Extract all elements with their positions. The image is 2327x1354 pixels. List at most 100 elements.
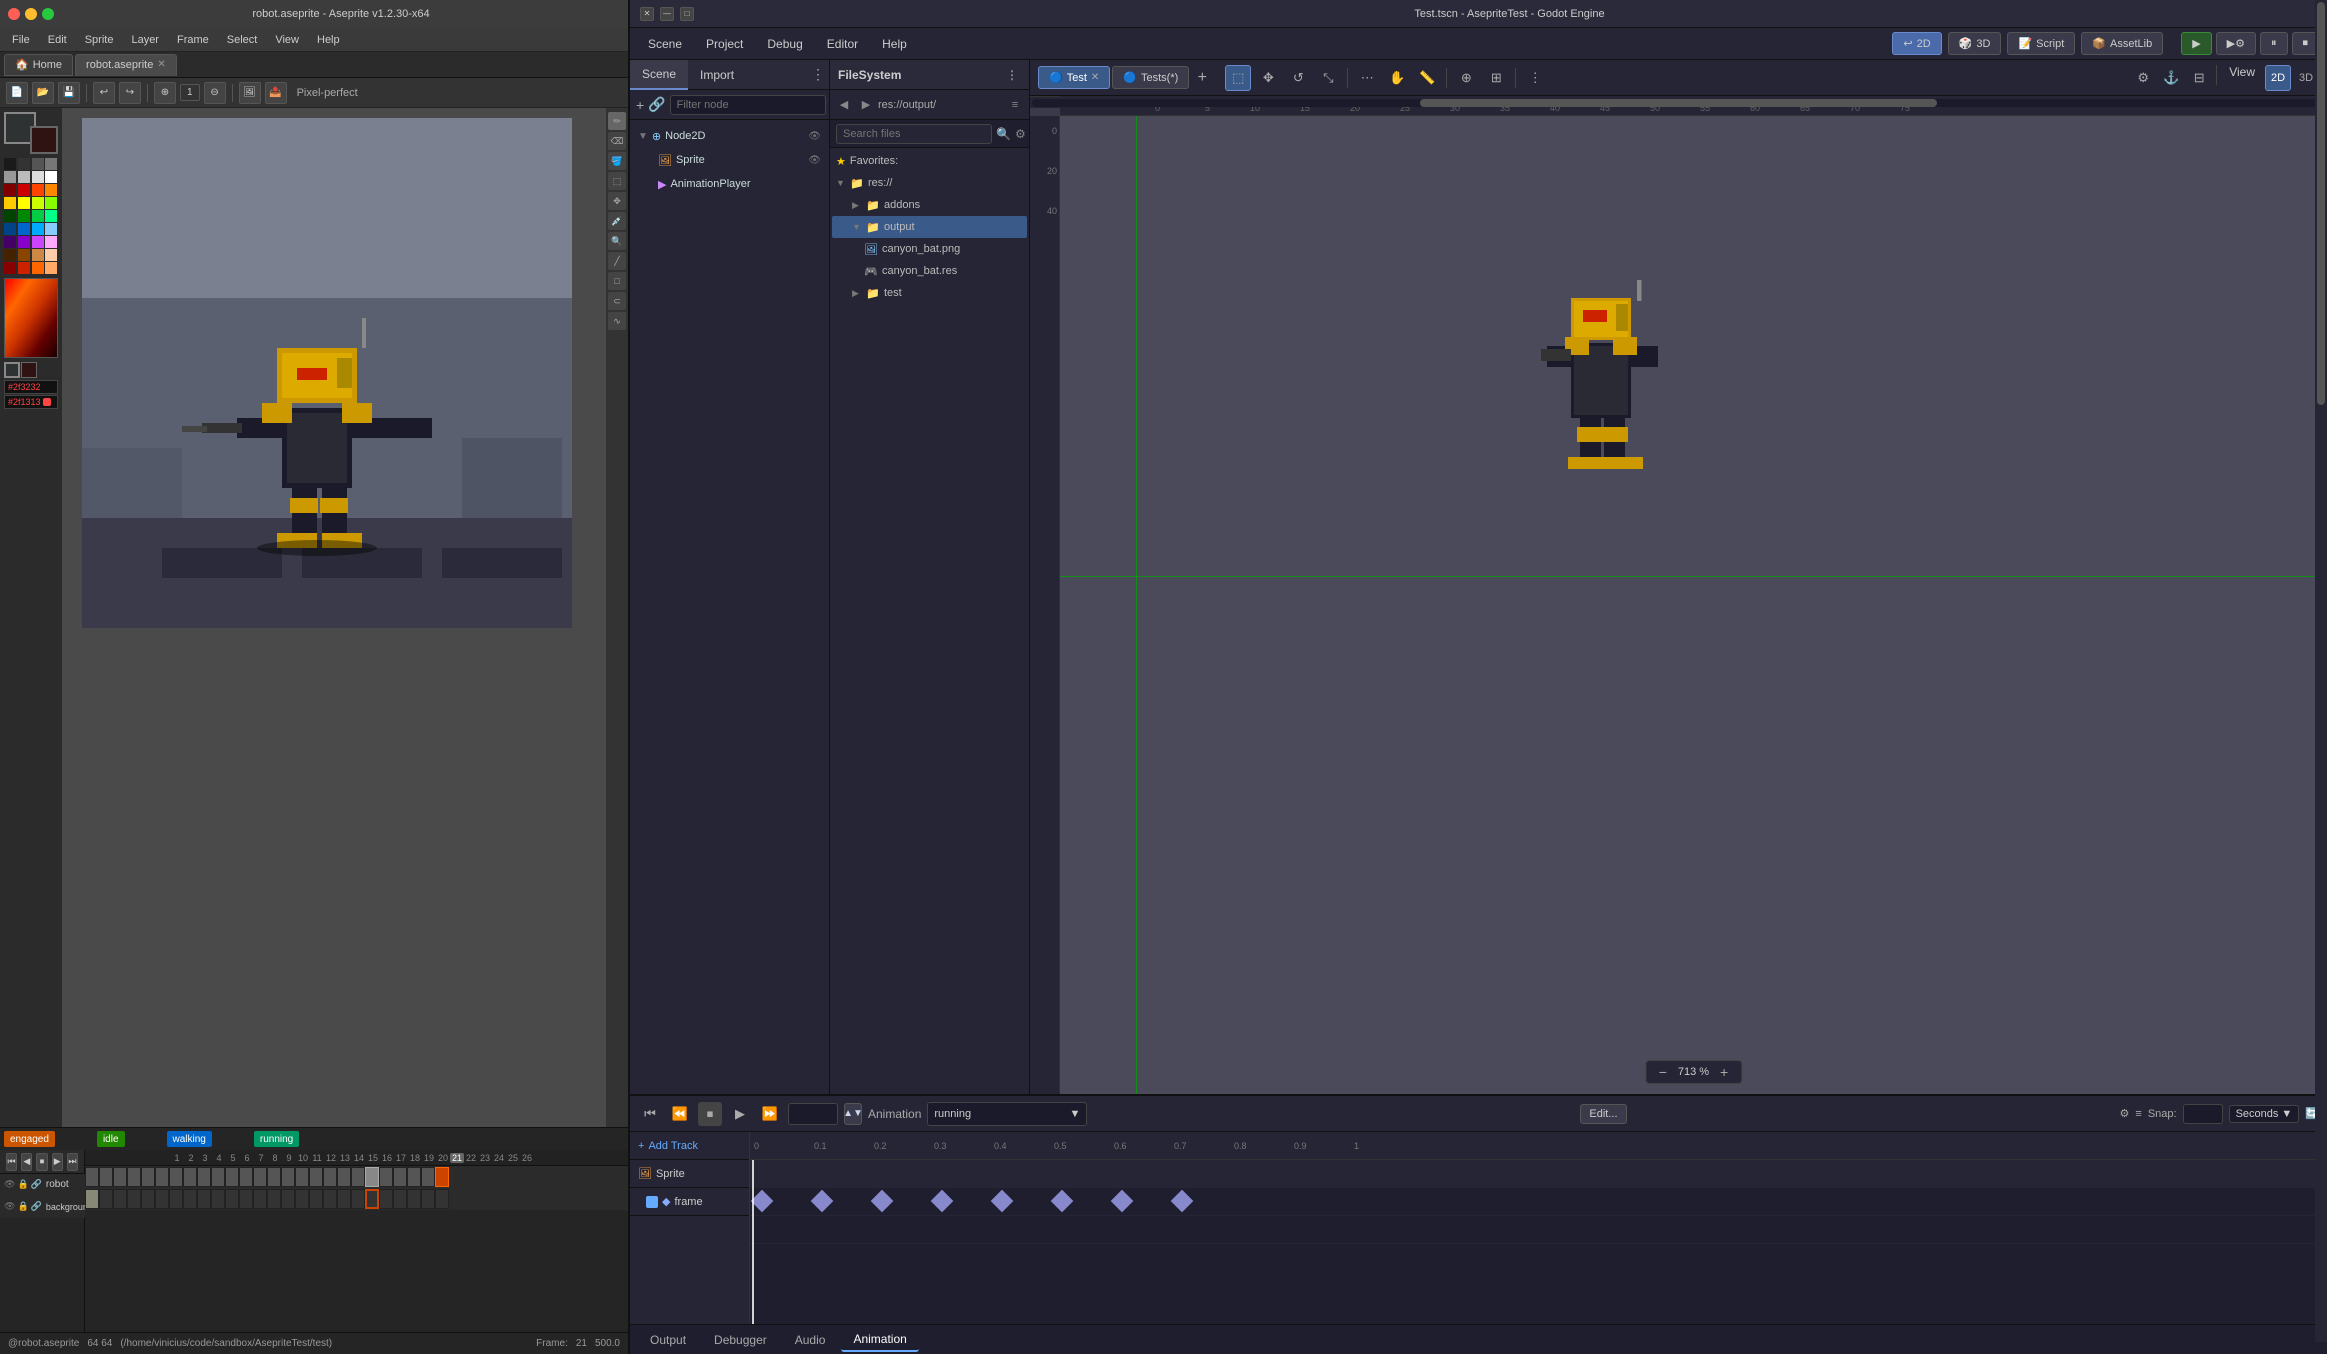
cell-bg-12[interactable] (239, 1189, 253, 1209)
next-frame-btn[interactable]: ⏭ (67, 1153, 78, 1171)
test-tab-close[interactable]: ✕ (1091, 72, 1099, 83)
cell-r-10[interactable] (211, 1167, 225, 1187)
tag-idle[interactable]: idle (97, 1131, 125, 1147)
add-node-btn[interactable]: + (636, 94, 644, 116)
zoom-in-btn[interactable]: ⊕ (154, 82, 176, 104)
swatch-32[interactable] (45, 249, 57, 261)
play-btn[interactable]: ▶ (2181, 32, 2211, 55)
cell-bg-24[interactable] (407, 1189, 421, 1209)
swatch-5[interactable] (4, 171, 16, 183)
mode-assetlib-btn[interactable]: 📦 AssetLib (2081, 32, 2163, 55)
cell-bg-8[interactable] (183, 1189, 197, 1209)
cell-r-17[interactable] (309, 1167, 323, 1187)
tree-item-sprite[interactable]: 🖼 Sprite 👁 (634, 148, 825, 172)
viewport-content[interactable]: − 713 % + (1060, 116, 2327, 1094)
swatch-extra-4[interactable] (45, 262, 57, 274)
swatch-3[interactable] (32, 158, 44, 170)
list-icon[interactable]: ≡ (2135, 1108, 2141, 1120)
timeline-frames[interactable] (750, 1160, 2327, 1324)
close-btn[interactable] (8, 8, 20, 20)
cell-r-15[interactable] (281, 1167, 295, 1187)
bg-layer-lock-icon[interactable]: 🔒 (17, 1201, 28, 1212)
cell-bg-5[interactable] (141, 1189, 155, 1209)
v-scrollbar[interactable] (2315, 1132, 2327, 1324)
cell-r-9[interactable] (197, 1167, 211, 1187)
robot-sprite-viewport[interactable] (1541, 263, 1661, 483)
vp-2d-mode[interactable]: 2D (2265, 65, 2291, 91)
move-tool[interactable]: ✥ (608, 192, 626, 210)
swatch-extra-3[interactable] (32, 262, 44, 274)
cell-r-23[interactable] (393, 1167, 407, 1187)
tests-tab[interactable]: 🔵 Tests(*) (1112, 66, 1189, 89)
anim-edit-btn[interactable]: Edit... (1580, 1104, 1626, 1124)
node2d-vis-icon[interactable]: 👁 (808, 131, 821, 142)
cell-r-21[interactable] (365, 1167, 379, 1187)
cell-bg-2[interactable] (99, 1189, 113, 1209)
swatch-9[interactable] (4, 184, 16, 196)
cell-bg-17[interactable] (309, 1189, 323, 1209)
cell-bg-7[interactable] (169, 1189, 183, 1209)
pan-tool-btn[interactable]: ✋ (1384, 65, 1410, 91)
tree-item-node2d[interactable]: ▼ ⊕ Node2D 👁 (634, 124, 825, 148)
audio-tab[interactable]: Audio (783, 1329, 838, 1351)
cell-r-2[interactable] (99, 1167, 113, 1187)
rotate-tool-btn[interactable]: ↺ (1285, 65, 1311, 91)
animation-tab[interactable]: Animation (841, 1328, 918, 1352)
swatch-8[interactable] (45, 171, 57, 183)
cell-r-24[interactable] (407, 1167, 421, 1187)
cell-r-13[interactable] (253, 1167, 267, 1187)
vp-snap-settings[interactable]: ⊟ (2186, 65, 2212, 91)
swatch-6[interactable] (18, 171, 30, 183)
cell-r-7[interactable] (169, 1167, 183, 1187)
cell-r-4[interactable] (127, 1167, 141, 1187)
swatch-30[interactable] (18, 249, 30, 261)
vp-anchor-btn[interactable]: ⚓ (2158, 65, 2184, 91)
godot-min-btn[interactable]: — (660, 7, 674, 21)
output-tab[interactable]: Output (638, 1329, 698, 1351)
save-file-btn[interactable]: 💾 (58, 82, 80, 104)
layer-link-icon[interactable]: 🔗 (31, 1179, 42, 1190)
swatch-19[interactable] (32, 210, 44, 222)
swatch-17[interactable] (4, 210, 16, 222)
fs-search-input[interactable] (836, 124, 992, 144)
godot-max-btn[interactable]: □ (680, 7, 694, 21)
godot-menu-scene[interactable]: Scene (638, 33, 692, 55)
fs-view-toggle[interactable]: ≡ (1005, 95, 1025, 115)
cell-r-18[interactable] (323, 1167, 337, 1187)
bg-layer-link-icon[interactable]: 🔗 (31, 1201, 42, 1212)
cell-r-11[interactable] (225, 1167, 239, 1187)
fs-canyon-bat-png[interactable]: 🖼 canyon_bat.png (832, 238, 1027, 260)
select-tool[interactable]: ⬚ (608, 172, 626, 190)
tab-home[interactable]: 🏠 🏠 Home Home (4, 54, 73, 76)
play-scene-btn[interactable]: ▶⚙ (2216, 32, 2256, 55)
contour-tool[interactable]: ⊂ (608, 292, 626, 310)
swatch-23[interactable] (32, 223, 44, 235)
swatch-27[interactable] (32, 236, 44, 248)
fs-search-icon[interactable]: 🔍 (996, 127, 1011, 141)
cell-bg-4[interactable] (127, 1189, 141, 1209)
anim-time-input[interactable]: 0 (788, 1103, 838, 1125)
h-scrollbar-thumb[interactable] (1420, 99, 1937, 107)
shape-tool[interactable]: □ (608, 272, 626, 290)
open-file-btn[interactable]: 📂 (32, 82, 54, 104)
minimize-btn[interactable] (25, 8, 37, 20)
robot-tab-close[interactable]: ✕ (157, 59, 165, 70)
tree-item-anim[interactable]: ▶ AnimationPlayer (634, 172, 825, 196)
swatch-20[interactable] (45, 210, 57, 222)
sprite-canvas[interactable] (82, 118, 572, 628)
scene-options-btn[interactable]: ⋮ (807, 64, 829, 86)
swatch-28[interactable] (45, 236, 57, 248)
cell-bg-22[interactable] (379, 1189, 393, 1209)
fs-forward-btn[interactable]: ▶ (856, 95, 876, 115)
cell-bg-26[interactable] (435, 1189, 449, 1209)
menu-edit[interactable]: Edit (40, 32, 75, 48)
scene-tab[interactable]: Scene (630, 60, 688, 90)
viewport-canvas[interactable]: 0 5 10 15 20 25 30 35 40 45 50 55 60 65 … (1030, 96, 2327, 1094)
cell-r-22[interactable] (379, 1167, 393, 1187)
select-tool-btn[interactable]: ⬚ (1225, 65, 1251, 91)
pause-btn[interactable]: ⏸ (2260, 32, 2288, 55)
swatch-7[interactable] (32, 171, 44, 183)
add-track-btn[interactable]: + Add Track (630, 1132, 749, 1160)
bg-color[interactable] (30, 126, 58, 154)
menu-sprite[interactable]: Sprite (77, 32, 122, 48)
